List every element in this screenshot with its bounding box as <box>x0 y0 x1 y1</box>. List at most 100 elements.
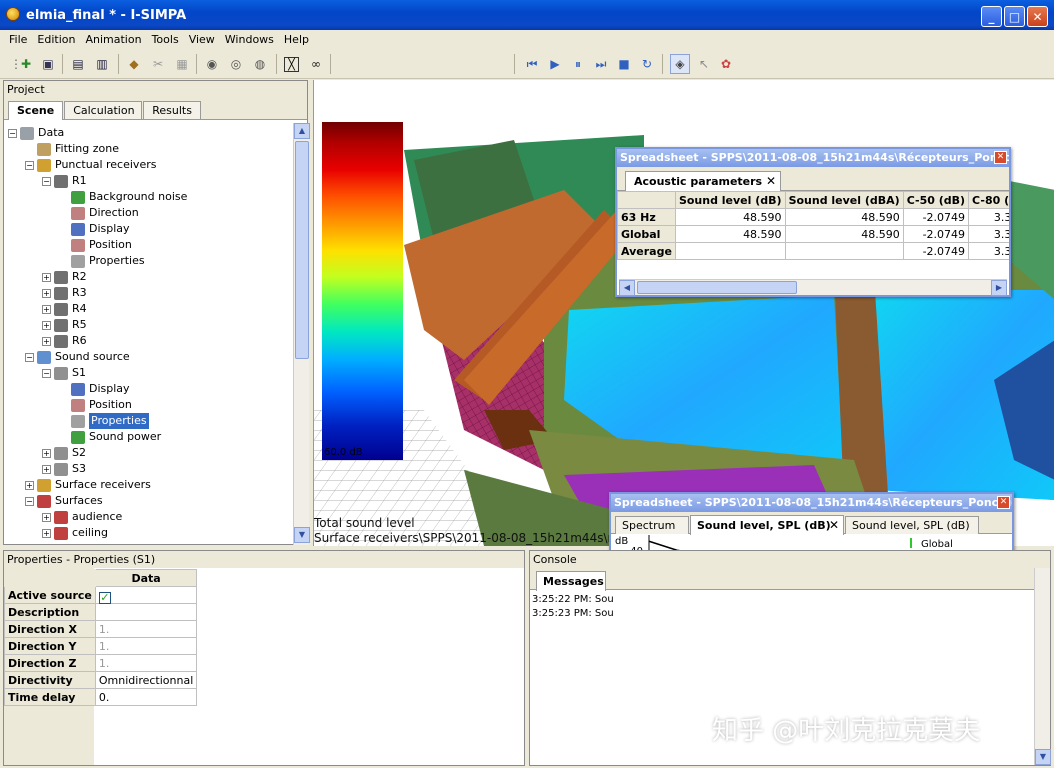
color-wheel-icon[interactable]: ✿ <box>716 54 736 74</box>
tab-scene[interactable]: Scene <box>8 101 64 120</box>
tree-item[interactable]: + R6 <box>42 333 87 349</box>
property-value[interactable]: ✓ <box>94 586 198 604</box>
tab-messages[interactable]: Messages <box>536 571 606 591</box>
property-value[interactable]: 0. <box>94 688 198 706</box>
property-value[interactable]: Omnidirectionnal <box>94 671 198 689</box>
expand-icon[interactable]: + <box>42 464 51 474</box>
loop-icon[interactable]: ↻ <box>637 54 657 74</box>
tree-item[interactable]: + ceiling <box>42 525 108 541</box>
tab-results[interactable]: Results <box>143 101 202 119</box>
tree-item[interactable]: Position <box>71 397 132 413</box>
menu-windows[interactable]: Windows <box>220 33 279 46</box>
collapse-icon[interactable]: − <box>25 496 34 506</box>
camera-add-icon[interactable]: ◎ <box>226 54 246 74</box>
tab-spectrum[interactable]: Spectrum <box>615 516 689 534</box>
first-frame-icon[interactable]: ⏮ <box>522 54 542 74</box>
tab-acoustic-parameters[interactable]: Acoustic parameters ✕ <box>625 171 781 192</box>
tree-item[interactable]: + R5 <box>42 317 87 333</box>
tree-item[interactable]: + Surface receivers <box>25 477 151 493</box>
spreadsheet-spl-title[interactable]: Spreadsheet - SPPS\2011-08-08_15h21m44s\… <box>611 494 1012 512</box>
expand-icon[interactable]: + <box>42 320 51 330</box>
expand-icon[interactable]: + <box>42 288 51 298</box>
expand-icon[interactable]: + <box>42 512 51 522</box>
scroll-thumb[interactable] <box>295 141 309 359</box>
menu-animation[interactable]: Animation <box>80 33 146 46</box>
tree-item[interactable]: − Sound source <box>25 349 130 365</box>
tree-item[interactable]: Fitting zone <box>37 141 119 157</box>
camera-view-icon[interactable]: ◍ <box>250 54 270 74</box>
tree-item[interactable]: Properties <box>71 413 149 429</box>
tab-sound-level[interactable]: Sound level, SPL (dB) <box>845 516 979 534</box>
tree-item[interactable]: − Data <box>8 125 64 141</box>
tree-item[interactable]: + R3 <box>42 285 87 301</box>
tree-item[interactable]: + R4 <box>42 301 87 317</box>
play-icon[interactable]: ▶ <box>545 54 565 74</box>
close-button[interactable]: ✕ <box>1027 6 1048 27</box>
expand-icon[interactable]: + <box>42 272 51 282</box>
tree-item[interactable]: + audience <box>42 509 122 525</box>
tree-item[interactable]: + S3 <box>42 461 86 477</box>
tab-close-icon[interactable]: ✕ <box>829 518 839 532</box>
tree-item[interactable]: + R2 <box>42 269 87 285</box>
expand-icon[interactable]: + <box>42 304 51 314</box>
tree-item[interactable]: − Surfaces <box>25 493 103 509</box>
scroll-thumb[interactable] <box>637 281 797 294</box>
property-value[interactable]: 1. <box>94 637 198 655</box>
tree-item[interactable]: − S1 <box>42 365 86 381</box>
horizontal-scrollbar[interactable]: ◀ ▶ <box>619 279 1007 296</box>
pointer-icon[interactable]: ↖ <box>694 54 714 74</box>
tree-scrollbar[interactable]: ▲ ▼ <box>293 123 310 545</box>
spreadsheet-acoustic-title[interactable]: Spreadsheet - SPPS\2011-08-08_15h21m44s\… <box>617 149 1009 167</box>
property-value[interactable]: 1. <box>94 620 198 638</box>
cut-icon[interactable]: ✂ <box>148 54 168 74</box>
expand-icon[interactable]: + <box>42 528 51 538</box>
close-icon[interactable]: ✕ <box>994 151 1007 164</box>
expand-icon[interactable]: + <box>42 336 51 346</box>
tree-item[interactable]: Position <box>71 237 132 253</box>
tree-item[interactable]: + S2 <box>42 445 86 461</box>
console-scrollbar[interactable]: ▼ <box>1034 568 1051 765</box>
tree-item[interactable]: Background noise <box>71 189 187 205</box>
scroll-down-icon[interactable]: ▼ <box>294 527 310 543</box>
tree-item[interactable]: Properties <box>71 253 145 269</box>
collapse-icon[interactable]: − <box>25 352 34 362</box>
tree-item[interactable]: − Punctual receivers <box>25 157 156 173</box>
tree-item[interactable]: − R1 <box>42 173 87 189</box>
minimize-button[interactable]: _ <box>981 6 1002 27</box>
tab-close-icon[interactable]: ✕ <box>766 174 776 188</box>
maximize-button[interactable]: □ <box>1004 6 1025 27</box>
save-icon[interactable]: ▤ <box>68 54 88 74</box>
camera-icon[interactable]: ◉ <box>202 54 222 74</box>
active-source-checkbox[interactable]: ✓ <box>98 591 111 604</box>
pause-icon[interactable]: ⏸ <box>568 54 588 74</box>
save-as-icon[interactable]: ▥ <box>92 54 112 74</box>
tree-item[interactable]: Direction <box>71 205 139 221</box>
navigation-mode-icon[interactable]: ◈ <box>670 54 690 74</box>
menu-edition[interactable]: Edition <box>32 33 80 46</box>
expand-icon[interactable]: + <box>42 448 51 458</box>
scroll-right-icon[interactable]: ▶ <box>991 280 1007 296</box>
tree-item[interactable]: Display <box>71 381 130 397</box>
tab-calculation[interactable]: Calculation <box>64 101 143 119</box>
property-value[interactable] <box>94 603 198 621</box>
open-project-icon[interactable]: ▣ <box>38 54 58 74</box>
wireframe-icon[interactable]: ∞ <box>306 54 326 74</box>
import-icon[interactable]: ◆ <box>124 54 144 74</box>
collapse-icon[interactable]: − <box>42 368 51 378</box>
menu-help[interactable]: Help <box>279 33 314 46</box>
collapse-icon[interactable]: − <box>8 128 17 138</box>
last-frame-icon[interactable]: ⏭ <box>591 54 611 74</box>
collapse-icon[interactable]: − <box>25 160 34 170</box>
bounding-box-icon[interactable]: ╳ <box>284 57 299 72</box>
tree-item[interactable]: Display <box>71 221 130 237</box>
new-project-icon[interactable]: ✚ <box>16 54 36 74</box>
scroll-up-icon[interactable]: ▲ <box>294 123 310 139</box>
tree-item[interactable]: Sound power <box>71 429 161 445</box>
stop-icon[interactable]: ■ <box>614 54 634 74</box>
collapse-icon[interactable]: − <box>42 176 51 186</box>
paste-icon[interactable]: ▦ <box>172 54 192 74</box>
property-value[interactable]: 1. <box>94 654 198 672</box>
close-icon[interactable]: ✕ <box>997 496 1010 509</box>
menu-file[interactable]: File <box>4 33 32 46</box>
tab-sound-level-active[interactable]: Sound level, SPL (dB) ✕ <box>690 515 844 535</box>
